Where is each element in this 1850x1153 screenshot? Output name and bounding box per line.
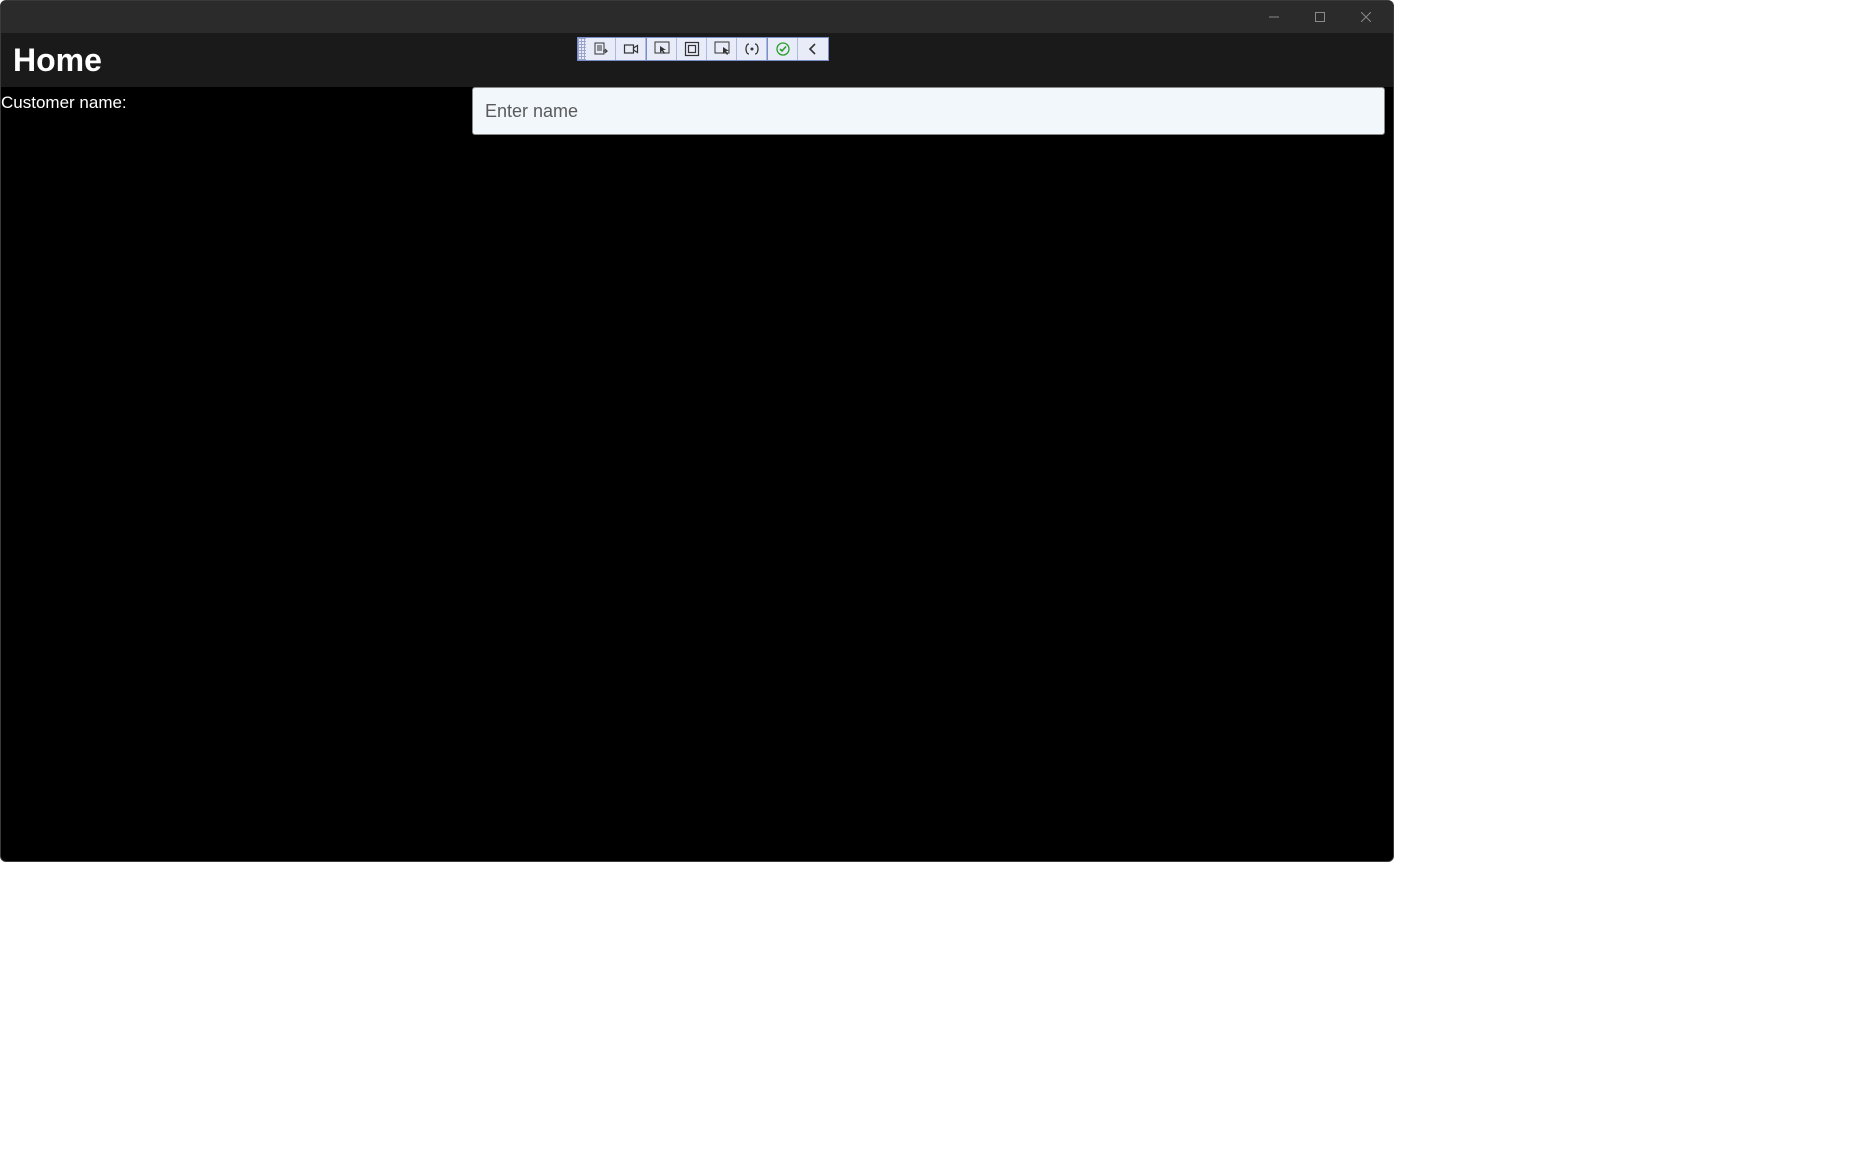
customer-name-row: Customer name: <box>1 87 1393 135</box>
debug-toolbar[interactable] <box>577 37 829 61</box>
checkmark-button[interactable] <box>768 38 798 60</box>
video-record-button[interactable] <box>616 38 646 60</box>
record-steps-button[interactable] <box>586 38 616 60</box>
target-button[interactable] <box>707 38 737 60</box>
container-button[interactable] <box>677 38 707 60</box>
app-window: Home Customer name: <box>0 0 1394 862</box>
customer-name-label: Customer name: <box>1 87 472 113</box>
toolbar-grip[interactable] <box>578 38 586 60</box>
minimize-button[interactable] <box>1251 2 1297 32</box>
close-button[interactable] <box>1343 2 1389 32</box>
titlebar <box>1 1 1393 33</box>
content-area: Customer name: <box>1 87 1393 861</box>
page-title: Home <box>13 42 102 79</box>
customer-name-input-wrap <box>472 87 1393 135</box>
pointer-button[interactable] <box>647 38 677 60</box>
collapse-button[interactable] <box>798 38 828 60</box>
brackets-button[interactable] <box>737 38 767 60</box>
maximize-button[interactable] <box>1297 2 1343 32</box>
customer-name-input[interactable] <box>472 87 1385 135</box>
